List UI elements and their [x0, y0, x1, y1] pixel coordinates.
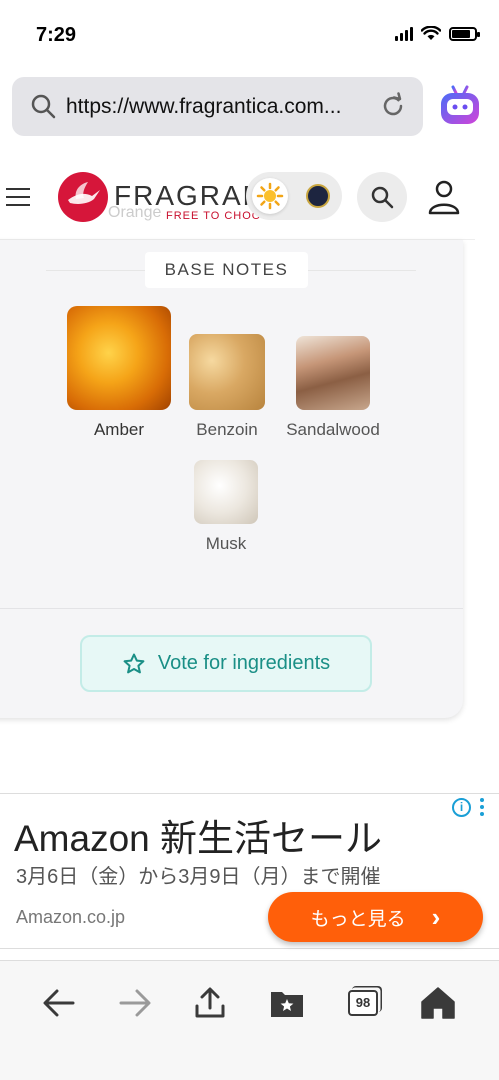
ad-subtitle: 3月6日（金）から3月9日（月）まで開催 — [16, 866, 381, 888]
tabs-button[interactable]: 98 — [343, 983, 383, 1023]
ad-info-icon[interactable]: i — [452, 798, 471, 817]
search-icon — [371, 186, 394, 209]
url-text[interactable]: https://www.fragrantica.com... — [66, 95, 376, 119]
theme-toggle[interactable] — [246, 172, 342, 220]
star-icon — [123, 653, 145, 673]
home-icon — [421, 987, 455, 1019]
ad-more-icon[interactable] — [480, 798, 486, 819]
bookmarks-button[interactable] — [267, 983, 307, 1023]
reload-icon[interactable] — [379, 92, 407, 120]
tabs-icon: 98 — [348, 990, 378, 1016]
note-musk[interactable]: Musk — [190, 460, 262, 554]
forward-icon — [119, 989, 151, 1017]
share-button[interactable] — [190, 983, 230, 1023]
sandalwood-image — [296, 336, 370, 410]
amber-image — [67, 306, 171, 410]
note-label: Musk — [205, 534, 247, 553]
wifi-icon — [421, 26, 441, 40]
signal-icon — [395, 26, 413, 41]
ad-cta-label: もっと見る — [310, 908, 406, 930]
bookmarks-icon — [271, 992, 303, 1017]
ad-domain: Amazon.co.jp — [16, 907, 126, 927]
share-icon — [195, 987, 225, 1018]
vote-ingredients-button[interactable]: Vote for ingredients — [80, 635, 372, 692]
base-notes-title: BASE NOTES — [145, 252, 308, 288]
ad-title[interactable]: Amazon 新生活セール — [14, 808, 382, 862]
card-divider — [0, 608, 463, 609]
vote-label: Vote for ingredients — [157, 652, 331, 674]
status-bar: 7:29 — [0, 0, 499, 72]
ad-cta-button[interactable]: もっと見る › — [268, 892, 483, 942]
battery-level — [452, 29, 470, 38]
bot-icon[interactable] — [438, 84, 482, 128]
battery-icon — [449, 26, 480, 41]
forward-button[interactable] — [115, 983, 155, 1023]
chevron-right-icon: › — [431, 901, 441, 932]
site-header: Orange FRAGRAN FREE TO CHOOSE — [0, 152, 475, 240]
search-icon — [31, 94, 56, 119]
note-amber[interactable]: Amber — [60, 306, 178, 440]
status-icons — [395, 26, 480, 41]
logo-text[interactable]: FRAGRAN — [114, 180, 265, 212]
site-search-button[interactable] — [357, 172, 407, 222]
home-button[interactable] — [418, 983, 458, 1023]
note-benzoin[interactable]: Benzoin — [180, 334, 274, 440]
moon-icon — [306, 184, 330, 208]
address-bar[interactable]: https://www.fragrantica.com... — [12, 77, 423, 136]
note-label: Sandalwood — [286, 420, 380, 439]
browser-toolbar: 98 — [0, 960, 499, 1080]
note-sandalwood[interactable]: Sandalwood — [278, 336, 388, 440]
benzoin-image — [189, 334, 265, 410]
back-icon — [43, 989, 75, 1017]
menu-icon[interactable] — [6, 188, 30, 212]
note-label: Amber — [93, 420, 145, 439]
back-button[interactable] — [39, 983, 79, 1023]
note-label: Benzoin — [196, 420, 258, 439]
status-time: 7:29 — [36, 24, 77, 46]
hummingbird-icon — [68, 182, 100, 204]
sun-icon — [252, 178, 288, 214]
musk-image — [194, 460, 258, 524]
logo-mark[interactable] — [58, 172, 108, 222]
user-icon[interactable] — [425, 178, 463, 216]
ad-banner[interactable]: Amazon 新生活セール 3月6日（金）から3月9日（月）まで開催 Amazo… — [0, 793, 499, 949]
